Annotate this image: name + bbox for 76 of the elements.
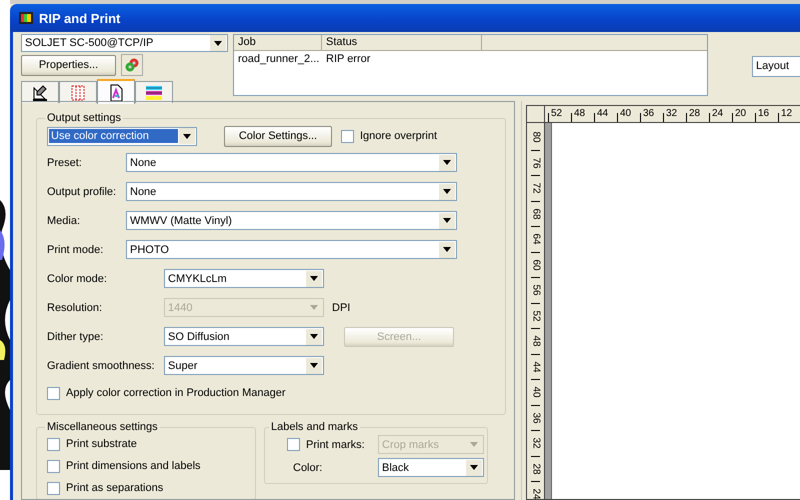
caret-icon bbox=[443, 189, 451, 194]
ruler-label: 56 bbox=[530, 284, 540, 296]
checkbox[interactable] bbox=[47, 482, 60, 494]
caret-icon bbox=[310, 305, 318, 310]
caret-icon bbox=[310, 363, 318, 368]
field-label: Color mode: bbox=[47, 272, 108, 284]
dropdown[interactable]: WMWV (Matte Vinyl) bbox=[126, 211, 457, 230]
caret-icon bbox=[310, 276, 318, 281]
color-settings-button[interactable]: Color Settings... bbox=[224, 126, 332, 146]
field-label: Output profile: bbox=[47, 186, 118, 198]
circles-icon bbox=[124, 57, 140, 73]
group-title: Output settings bbox=[46, 112, 122, 124]
status-cell-text: RIP error bbox=[325, 52, 372, 67]
unit-label: DPI bbox=[332, 302, 350, 314]
app-icon bbox=[18, 10, 34, 26]
checkbox-label: Print substrate bbox=[66, 438, 137, 450]
field-label: Dither type: bbox=[47, 330, 104, 342]
caret-icon bbox=[470, 442, 478, 447]
checkbox[interactable] bbox=[341, 130, 354, 142]
ruler-label: 76 bbox=[530, 157, 540, 168]
caret-icon bbox=[214, 40, 222, 46]
dropdown[interactable]: Black bbox=[378, 458, 484, 477]
checkbox-label: Ignore overprint bbox=[360, 130, 438, 142]
caret-icon bbox=[183, 134, 191, 138]
field-label: Color: bbox=[293, 462, 324, 474]
ruler-label: 40 bbox=[530, 386, 540, 398]
dropdown[interactable]: PHOTO bbox=[126, 240, 457, 259]
caret-icon bbox=[443, 218, 451, 223]
ruler-label: 64 bbox=[530, 234, 540, 245]
group-title: Miscellaneous settings bbox=[46, 421, 159, 433]
color-correction-dropdown[interactable]: Use color correction bbox=[47, 126, 197, 146]
dropdown[interactable]: None bbox=[126, 153, 457, 172]
ruler-label: 44 bbox=[530, 361, 540, 372]
field-label: Gradient smoothness: bbox=[47, 360, 156, 372]
dropdown[interactable]: None bbox=[126, 182, 457, 201]
checkbox-label: Apply color correction in Production Manager bbox=[66, 387, 286, 399]
ruler-label: 28 bbox=[530, 463, 540, 474]
ruler-icon bbox=[31, 84, 49, 102]
ruler-label: 52 bbox=[530, 310, 540, 322]
column-header[interactable]: Job bbox=[234, 35, 322, 50]
grid-icon bbox=[69, 84, 87, 102]
column-header[interactable]: Status bbox=[322, 35, 482, 50]
window-title: RIP and Print bbox=[39, 10, 120, 26]
checkbox-label: Print dimensions and labels bbox=[66, 460, 201, 472]
dropdown[interactable]: Super bbox=[164, 356, 324, 375]
ruler-label: 36 bbox=[530, 412, 540, 424]
dropdown[interactable]: CMYKLcLm bbox=[164, 269, 324, 288]
job-cell-text: road_runner_2... bbox=[237, 52, 320, 67]
printer-dropdown[interactable]: SOLJET SC-500@TCP/IP bbox=[21, 34, 228, 52]
dropdown[interactable]: SO Diffusion bbox=[164, 327, 324, 346]
tab[interactable] bbox=[21, 81, 59, 103]
checkbox-label: Print as separations bbox=[66, 482, 164, 494]
ruler-label: 72 bbox=[530, 182, 540, 194]
checkbox[interactable] bbox=[47, 438, 60, 450]
checkbox[interactable] bbox=[47, 386, 60, 400]
ruler-label: 80 bbox=[530, 132, 540, 143]
properties-button[interactable]: Properties... bbox=[21, 54, 116, 76]
ruler-label: 48 bbox=[530, 336, 540, 347]
checkbox-label: Print marks: bbox=[306, 438, 366, 450]
ruler-label: 60 bbox=[530, 259, 540, 270]
color-bars-icon bbox=[145, 84, 163, 102]
ruler-label: 32 bbox=[530, 438, 540, 449]
settings-button[interactable] bbox=[121, 54, 143, 76]
field-label: Preset: bbox=[47, 156, 83, 168]
group-title: Labels and marks bbox=[270, 421, 359, 433]
caret-icon bbox=[443, 247, 451, 252]
tab[interactable] bbox=[97, 79, 135, 104]
field-label: Resolution: bbox=[47, 302, 104, 314]
checkbox[interactable] bbox=[47, 460, 60, 472]
caret-icon bbox=[470, 465, 478, 470]
layout-field[interactable]: Layout bbox=[752, 56, 800, 77]
caret-icon bbox=[443, 160, 451, 165]
field-label: Print mode: bbox=[47, 244, 104, 256]
caret-icon bbox=[310, 334, 318, 339]
ruler-label: 68 bbox=[530, 208, 540, 220]
field-label: Media: bbox=[47, 214, 82, 226]
